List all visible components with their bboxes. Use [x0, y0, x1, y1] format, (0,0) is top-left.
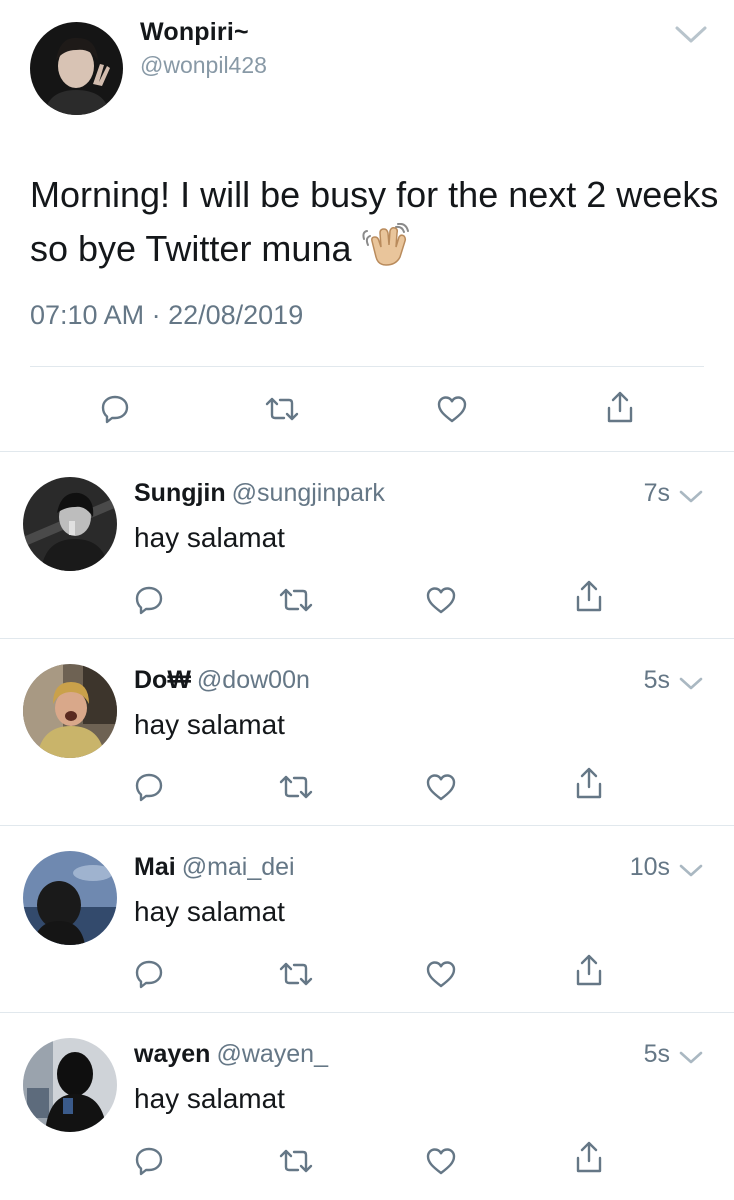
- chevron-down-icon[interactable]: [678, 489, 704, 505]
- user-handle[interactable]: @wayen_: [216, 1040, 328, 1068]
- reply-author[interactable]: Do₩ @dow00n: [134, 666, 310, 695]
- share-icon[interactable]: [574, 766, 604, 800]
- like-icon[interactable]: [425, 772, 457, 802]
- reply-time: 7s: [643, 479, 670, 507]
- user-handle[interactable]: @wonpil428: [140, 52, 267, 79]
- display-name[interactable]: wayen: [134, 1040, 210, 1068]
- tweet-date: 22/08/2019: [168, 300, 304, 330]
- avatar[interactable]: [23, 664, 117, 758]
- share-icon[interactable]: [574, 579, 604, 613]
- user-handle[interactable]: @dow00n: [197, 666, 310, 694]
- reply-tweet[interactable]: Mai @mai_dei 10s hay salamat: [0, 826, 734, 1013]
- avatar[interactable]: [23, 477, 117, 571]
- divider: [30, 366, 704, 367]
- retweet-icon[interactable]: [264, 396, 300, 422]
- reply-text: hay salamat: [134, 1083, 285, 1114]
- reply-actions: [0, 951, 734, 1001]
- tweet-actions: [0, 368, 734, 452]
- reply-text: hay salamat: [134, 522, 285, 553]
- chevron-down-icon[interactable]: [678, 676, 704, 692]
- reply-actions: [0, 1138, 734, 1188]
- user-handle[interactable]: @sungjinpark: [232, 479, 385, 507]
- reply-text: hay salamat: [134, 896, 285, 927]
- tweet-text: Morning! I will be busy for the next 2 w…: [30, 168, 720, 276]
- waving-hand-emoji-icon: [361, 222, 410, 267]
- like-icon[interactable]: [436, 394, 468, 424]
- share-icon[interactable]: [574, 953, 604, 987]
- reply-icon[interactable]: [100, 394, 130, 424]
- reply-tweet[interactable]: Sungjin @sungjinpark 7s hay salamat: [0, 452, 734, 639]
- retweet-icon[interactable]: [278, 587, 314, 613]
- chevron-down-icon[interactable]: [678, 863, 704, 879]
- reply-icon[interactable]: [134, 959, 164, 989]
- share-icon[interactable]: [574, 1140, 604, 1174]
- display-name[interactable]: Sungjin: [134, 479, 226, 507]
- reply-tweet[interactable]: wayen @wayen_ 5s hay salamat: [0, 1013, 734, 1200]
- retweet-icon[interactable]: [278, 961, 314, 987]
- main-tweet: Wonpiri~ @wonpil428 Morning! I will be b…: [0, 0, 734, 452]
- reply-icon[interactable]: [134, 1146, 164, 1176]
- user-handle[interactable]: @mai_dei: [182, 853, 295, 881]
- reply-text: hay salamat: [134, 709, 285, 740]
- display-name[interactable]: Mai: [134, 853, 176, 881]
- tweet-time: 07:10 AM: [30, 300, 145, 330]
- display-name[interactable]: Do₩: [134, 666, 191, 694]
- avatar[interactable]: [30, 22, 123, 115]
- reply-icon[interactable]: [134, 772, 164, 802]
- reply-time: 5s: [643, 666, 670, 694]
- retweet-icon[interactable]: [278, 774, 314, 800]
- like-icon[interactable]: [425, 959, 457, 989]
- reply-author[interactable]: Sungjin @sungjinpark: [134, 479, 385, 508]
- reply-actions: [0, 577, 734, 627]
- avatar[interactable]: [23, 1038, 117, 1132]
- retweet-icon[interactable]: [278, 1148, 314, 1174]
- reply-author[interactable]: wayen @wayen_: [134, 1040, 328, 1069]
- chevron-down-icon[interactable]: [678, 1050, 704, 1066]
- like-icon[interactable]: [425, 1146, 457, 1176]
- reply-actions: [0, 764, 734, 814]
- reply-time: 10s: [629, 853, 670, 881]
- reply-tweet[interactable]: Do₩ @dow00n 5s hay salamat: [0, 639, 734, 826]
- reply-icon[interactable]: [134, 585, 164, 615]
- reply-time: 5s: [643, 1040, 670, 1068]
- tweet-timestamp[interactable]: 07:10 AM · 22/08/2019: [30, 300, 303, 331]
- avatar[interactable]: [23, 851, 117, 945]
- reply-author[interactable]: Mai @mai_dei: [134, 853, 295, 882]
- display-name[interactable]: Wonpiri~: [140, 18, 249, 47]
- chevron-down-icon[interactable]: [674, 24, 708, 46]
- share-icon[interactable]: [605, 390, 635, 424]
- like-icon[interactable]: [425, 585, 457, 615]
